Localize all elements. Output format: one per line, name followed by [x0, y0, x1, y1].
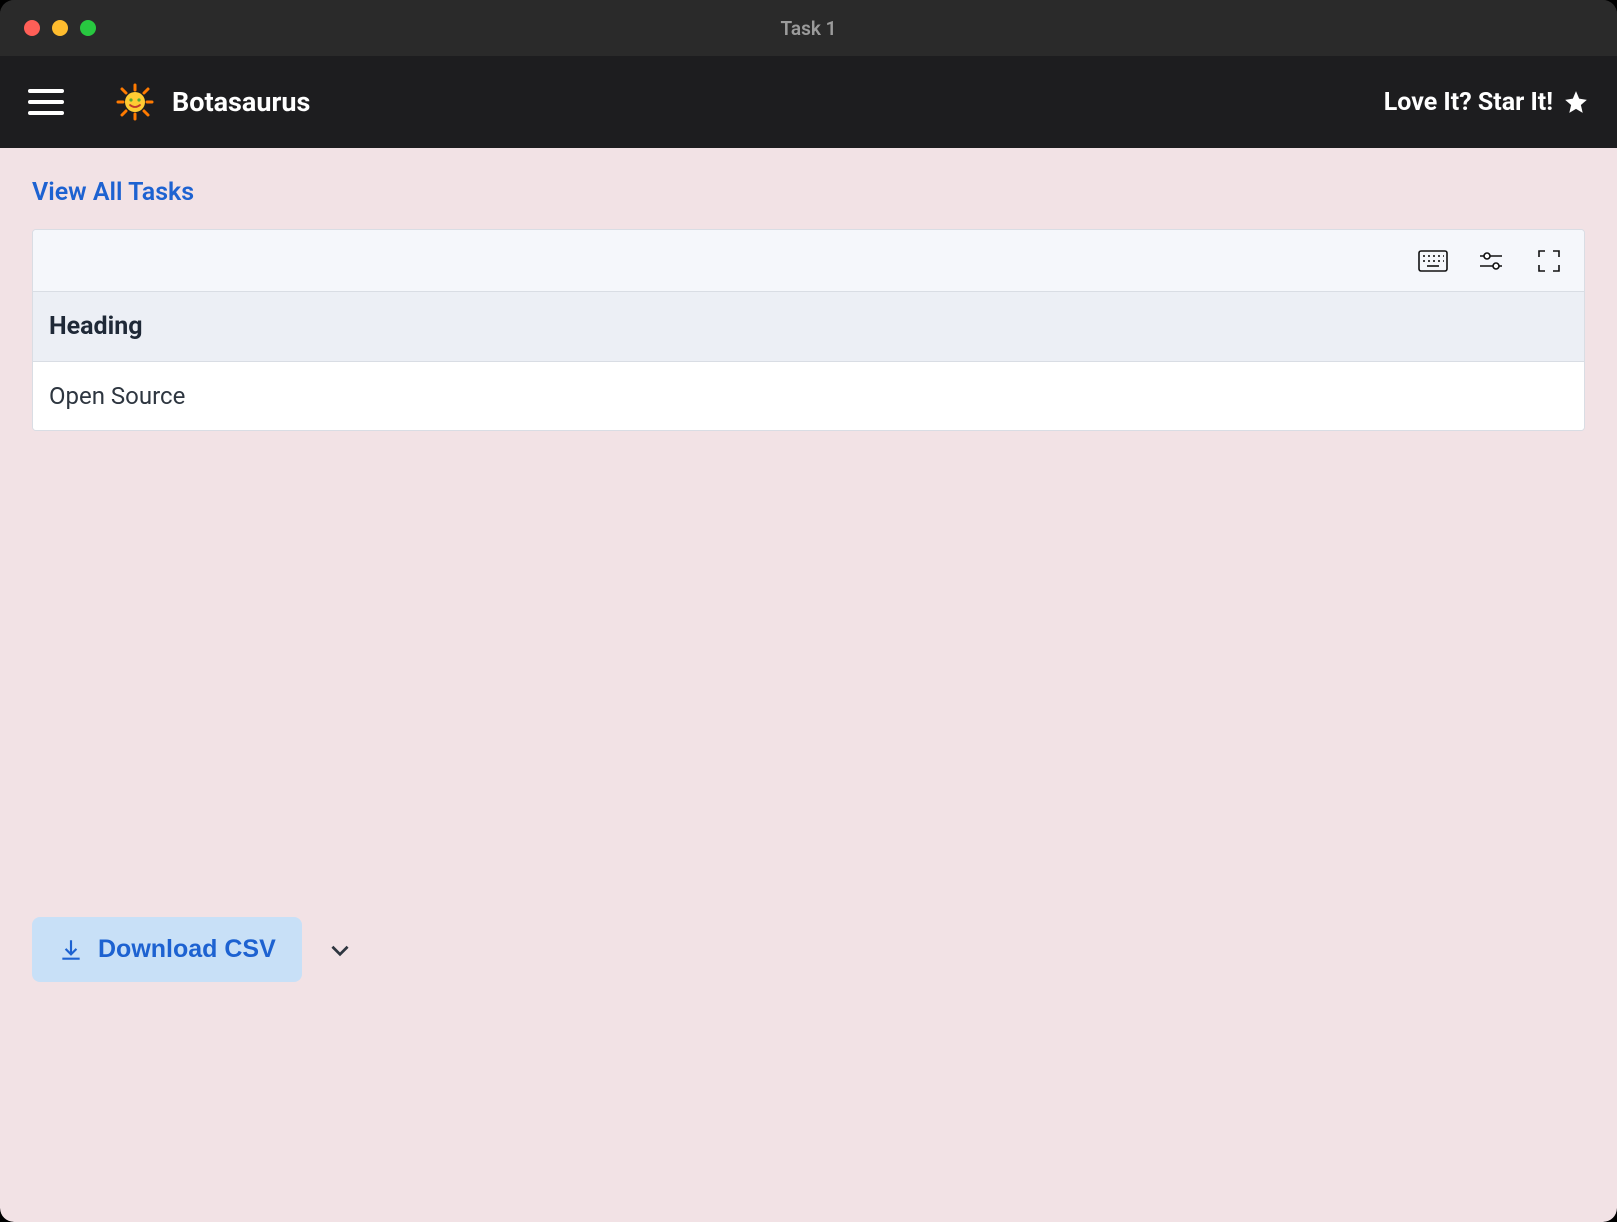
main-content: View All Tasks	[0, 148, 1617, 1222]
footer-actions: Download CSV	[32, 877, 1585, 982]
download-csv-label: Download CSV	[98, 935, 276, 964]
zoom-window-button[interactable]	[80, 20, 96, 36]
download-format-dropdown[interactable]	[320, 930, 360, 970]
menu-button[interactable]	[28, 84, 64, 120]
brand-name: Botasaurus	[172, 86, 310, 118]
hamburger-icon	[28, 89, 64, 93]
traffic-lights	[0, 20, 96, 36]
star-it-label: Love It? Star It!	[1384, 88, 1553, 117]
star-icon	[1563, 89, 1589, 115]
table-row[interactable]: Open Source	[33, 362, 1584, 430]
app-window: Task 1	[0, 0, 1617, 1222]
appbar: Botasaurus Love It? Star It!	[0, 56, 1617, 148]
table-header-row: Heading	[33, 292, 1584, 362]
download-icon	[58, 937, 84, 963]
fullscreen-icon[interactable]	[1534, 248, 1564, 274]
star-it-link[interactable]: Love It? Star It!	[1384, 88, 1589, 117]
sun-emoji-icon	[116, 83, 154, 121]
column-header-heading[interactable]: Heading	[49, 312, 1568, 341]
keyboard-icon[interactable]	[1418, 248, 1448, 274]
minimize-window-button[interactable]	[52, 20, 68, 36]
titlebar: Task 1	[0, 0, 1617, 56]
results-table: Heading Open Source	[32, 229, 1585, 431]
window-title: Task 1	[0, 17, 1617, 40]
close-window-button[interactable]	[24, 20, 40, 36]
chevron-down-icon	[327, 937, 353, 963]
table-toolbar	[33, 230, 1584, 292]
brand[interactable]: Botasaurus	[116, 83, 310, 121]
sliders-icon[interactable]	[1476, 248, 1506, 274]
cell-heading: Open Source	[49, 382, 1568, 410]
view-all-tasks-link[interactable]: View All Tasks	[32, 178, 1585, 207]
download-csv-button[interactable]: Download CSV	[32, 917, 302, 982]
